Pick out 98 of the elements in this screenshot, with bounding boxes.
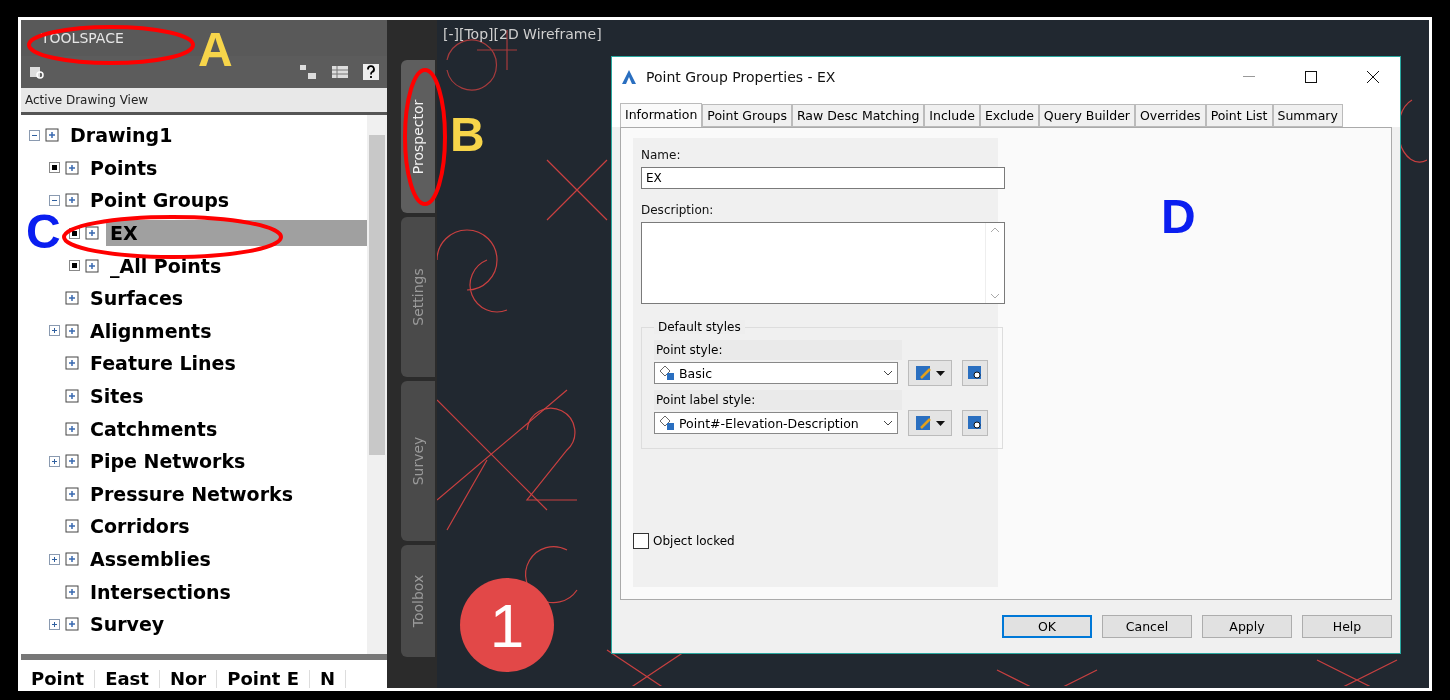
dialog-button[interactable]: Help xyxy=(1302,615,1392,638)
tree-item[interactable]: Pipe Networks xyxy=(86,448,250,475)
callout-letter: C xyxy=(26,212,61,252)
minimize-icon xyxy=(1243,76,1255,78)
caret-icon xyxy=(936,420,945,426)
locked-checkbox[interactable] xyxy=(633,533,649,549)
chevron-icon xyxy=(883,420,893,426)
tree-node-icon xyxy=(64,518,80,535)
column-header[interactable]: East xyxy=(95,670,160,688)
expand-icon[interactable] xyxy=(49,325,60,337)
tree-item[interactable]: Sites xyxy=(86,383,148,410)
caret-icon xyxy=(936,370,945,376)
tree-item[interactable]: Corridors xyxy=(86,513,194,540)
preview-icon[interactable] xyxy=(29,64,45,80)
tree-item[interactable]: Points xyxy=(86,154,162,181)
field-label: Point label style: xyxy=(654,390,902,410)
magnifier-icon xyxy=(967,415,983,431)
tree-item[interactable]: _All Points xyxy=(106,252,226,279)
dialog-tab[interactable]: Point List xyxy=(1205,104,1273,127)
tree-node-icon xyxy=(64,420,80,437)
style-dropdown[interactable]: Basic xyxy=(654,362,898,384)
dialog-title: Point Group Properties - EX xyxy=(646,69,837,85)
tree-node-icon xyxy=(64,355,80,372)
style-dropdown[interactable]: Point#-Elevation-Description xyxy=(654,412,898,434)
dialog-tab[interactable]: Summary xyxy=(1272,104,1343,127)
chevron-icon xyxy=(883,370,893,376)
column-header[interactable]: Nor xyxy=(159,670,218,688)
tree-node-icon xyxy=(64,616,80,633)
preview-style-button[interactable] xyxy=(962,360,988,386)
scrollbar[interactable] xyxy=(367,115,387,654)
maximize-icon xyxy=(1305,71,1317,83)
node-dot-icon[interactable] xyxy=(69,227,80,239)
field-label: Description: xyxy=(641,203,715,217)
list-view-icon[interactable] xyxy=(331,64,349,80)
style-icon xyxy=(659,365,675,381)
collapse-icon[interactable] xyxy=(49,195,60,206)
name-field[interactable]: EX xyxy=(641,167,1005,189)
tree-item[interactable]: Point Groups xyxy=(86,187,234,214)
app-logo-icon xyxy=(620,68,638,86)
tree-node-icon xyxy=(84,257,100,274)
close-icon xyxy=(1367,71,1379,83)
tree-node-icon xyxy=(64,388,80,405)
tree-item[interactable]: Drawing1 xyxy=(66,122,177,149)
dialog-tab[interactable]: Overrides xyxy=(1135,104,1206,127)
callout-letter: D xyxy=(1161,197,1196,237)
tree-item[interactable]: Pressure Networks xyxy=(86,480,297,507)
field-label: Point style: xyxy=(654,340,902,360)
dialog-tab[interactable]: Point Groups xyxy=(702,104,792,127)
node-dot-icon[interactable] xyxy=(49,162,60,174)
dialog-button[interactable]: Cancel xyxy=(1102,615,1192,638)
tree-node-icon xyxy=(64,322,80,339)
collapse-icon[interactable] xyxy=(29,129,40,141)
edit-icon xyxy=(915,365,933,381)
column-header[interactable]: N xyxy=(309,670,347,688)
field-label: Name: xyxy=(641,148,682,162)
tree-node-icon xyxy=(44,127,60,144)
dialog-button[interactable]: Apply xyxy=(1202,615,1292,638)
tree-item[interactable]: Alignments xyxy=(86,317,216,344)
help-icon[interactable] xyxy=(363,64,379,80)
dialog-tab[interactable]: Information xyxy=(620,103,703,127)
dialog-tab[interactable]: Query Builder xyxy=(1038,104,1135,127)
tree-node-icon xyxy=(64,192,80,209)
dialog-button[interactable]: OK xyxy=(1002,615,1092,638)
expand-icon[interactable] xyxy=(49,618,60,630)
node-dot-icon[interactable] xyxy=(69,260,80,272)
column-header[interactable]: Point E xyxy=(217,670,310,688)
magnifier-icon xyxy=(967,365,983,381)
view-selector[interactable]: Active Drawing View xyxy=(25,93,149,107)
tree-item[interactable]: Surfaces xyxy=(86,285,188,312)
column-header[interactable]: Point xyxy=(21,670,96,688)
tree-node-icon xyxy=(64,485,80,502)
callout-letter: B xyxy=(450,115,485,155)
tree-node-icon xyxy=(64,290,80,307)
hierarchy-icon[interactable] xyxy=(299,64,317,80)
tree-item[interactable]: EX xyxy=(106,220,367,247)
dialog-tab[interactable]: Raw Desc Matching xyxy=(791,104,925,127)
style-icon xyxy=(659,415,675,431)
checkbox-label: Object locked xyxy=(653,534,735,548)
tree-item[interactable]: Feature Lines xyxy=(86,350,240,377)
viewport-label[interactable]: [-][Top][2D Wireframe] xyxy=(443,26,602,42)
tree-node-icon xyxy=(64,159,80,176)
tree-node-icon xyxy=(64,551,80,567)
preview-style-button[interactable] xyxy=(962,410,988,436)
tree-item[interactable]: Intersections xyxy=(86,578,235,605)
dialog-tab[interactable]: Include xyxy=(924,104,980,127)
tree-node-icon xyxy=(64,453,80,470)
tree-item[interactable]: Survey xyxy=(86,611,169,638)
tree-node-icon xyxy=(84,225,100,242)
tree-item[interactable]: Assemblies xyxy=(86,546,215,572)
expand-icon[interactable] xyxy=(49,553,60,565)
callout-letter: A xyxy=(198,30,233,70)
edit-style-button[interactable] xyxy=(908,360,952,386)
dialog-tab[interactable]: Exclude xyxy=(979,104,1039,127)
edit-icon xyxy=(915,415,933,431)
tree-item[interactable]: Catchments xyxy=(86,415,222,442)
edit-style-button[interactable] xyxy=(908,410,952,436)
expand-icon[interactable] xyxy=(49,455,60,467)
tree-node-icon xyxy=(64,583,80,600)
